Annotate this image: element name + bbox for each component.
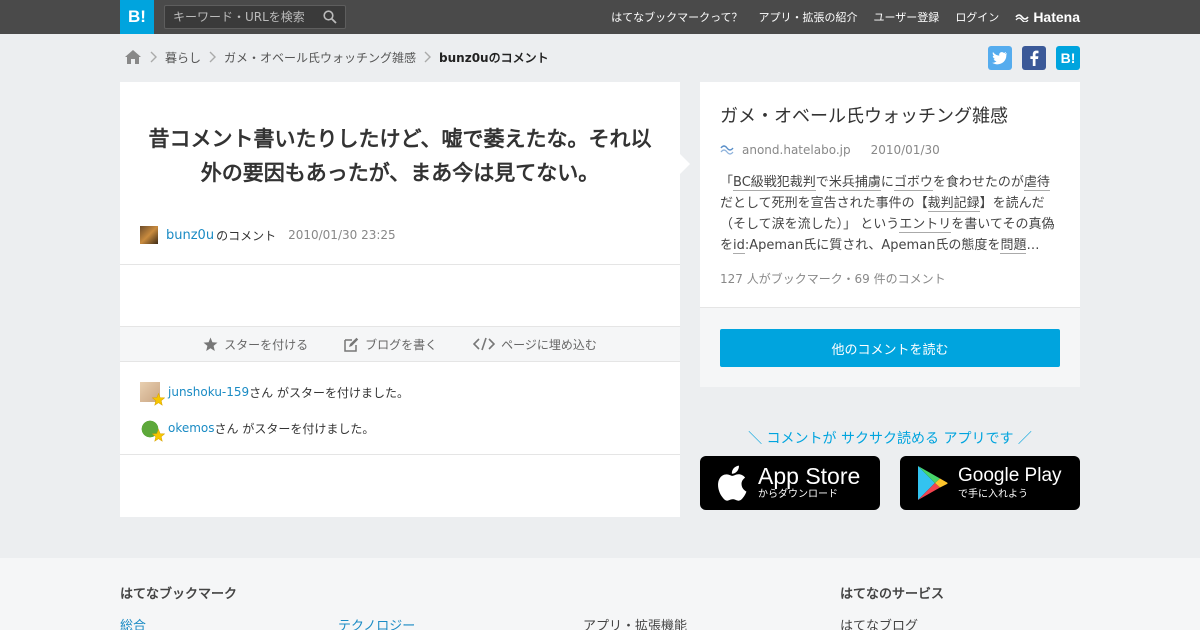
excerpt-text: を食わせたのが: [932, 175, 1024, 190]
comment-user-suffix: のコメント: [216, 228, 277, 243]
footer-link-technology[interactable]: テクノロジー: [338, 615, 415, 630]
entry-title[interactable]: ガメ・オベール氏ウォッチング雑感: [720, 102, 1008, 128]
star-entry: junshoku-159 さん がスターを付けました。: [140, 382, 409, 406]
keyword-link[interactable]: 裁判記録: [927, 196, 980, 212]
star-text: さん がスターを付けました。: [214, 421, 375, 436]
nav-about[interactable]: はてなブックマークって？: [611, 9, 742, 25]
comment-datetime[interactable]: 2010/01/30 23:25: [288, 228, 396, 242]
excerpt-text: …: [1026, 238, 1040, 253]
hatena-logo-icon: [1015, 14, 1029, 22]
top-bar: B! はてなブックマークって？ アプリ・拡張の紹介 ユーザー登録 ログイン Ha…: [0, 0, 1200, 34]
footer-heading-services: はてなのサービス: [840, 587, 945, 602]
star-user-link[interactable]: okemos: [168, 421, 215, 435]
google-play-icon: [918, 466, 948, 500]
keyword-link[interactable]: BC級戦犯裁判: [733, 175, 816, 191]
divider: [120, 454, 680, 455]
app-store-label: App Store: [758, 463, 861, 489]
google-play-button[interactable]: Google Play で手に入れよう: [900, 456, 1080, 510]
add-star-label: スターを付ける: [224, 337, 309, 352]
footer-link-hatena-blog[interactable]: はてなブログ: [840, 615, 918, 630]
facebook-icon: [1030, 50, 1039, 66]
search-icon[interactable]: [323, 10, 337, 24]
facebook-share-button[interactable]: [1022, 46, 1046, 70]
comment-card: 昔コメント書いたりしたけど、嘘で萎えたな。それ以外の要因もあったが、まあ今は見て…: [120, 82, 690, 517]
entry-date: 2010/01/30: [870, 143, 940, 157]
footer-link-apps[interactable]: アプリ・拡張機能: [583, 615, 687, 630]
top-nav: はてなブックマークって？ アプリ・拡張の紹介 ユーザー登録 ログイン Haten…: [595, 0, 1080, 34]
google-play-sublabel: で手に入れよう: [958, 489, 1028, 500]
footer: はてなブックマーク はてなのサービス 総合 テクノロジー アプリ・拡張機能 はて…: [0, 558, 1200, 630]
breadcrumb-category[interactable]: 暮らし: [165, 49, 201, 66]
keyword-link[interactable]: 問題: [1000, 238, 1027, 254]
star-user-link[interactable]: junshoku-159: [168, 385, 249, 399]
avatar[interactable]: [140, 226, 158, 244]
hatena-brand-link[interactable]: Hatena: [1015, 9, 1080, 25]
keyword-link[interactable]: id: [733, 238, 745, 254]
read-other-comments-button[interactable]: 他のコメントを読む: [720, 329, 1060, 367]
home-icon[interactable]: [124, 49, 142, 65]
app-store-button[interactable]: App Store からダウンロード: [700, 456, 880, 510]
breadcrumb-current: bunz0uのコメント: [439, 50, 549, 65]
star-entry: okemos さん がスターを付けました。: [140, 418, 409, 442]
entry-meta: anond.hatelabo.jp 2010/01/30: [720, 143, 940, 157]
hatena-brand-label: Hatena: [1033, 9, 1080, 25]
comment-meta: bunz0u のコメント 2010/01/30 23:25: [140, 226, 396, 244]
excerpt-text: だとして死刑を宣告された事件の【: [720, 196, 928, 211]
excerpt-text: :Apeman氏に質され、Apeman氏の態度を: [744, 238, 1001, 253]
nav-login[interactable]: ログイン: [955, 9, 999, 25]
apple-icon: [718, 465, 747, 501]
keyword-link[interactable]: ゴボウ: [893, 175, 933, 191]
breadcrumb-entry[interactable]: ガメ・オベール氏ウォッチング雑感: [224, 49, 416, 66]
embed-label: ページに埋め込む: [501, 337, 597, 352]
excerpt-text: 「: [720, 175, 734, 190]
star-text: さん がスターを付けました。: [249, 385, 409, 400]
add-star-button[interactable]: スターを付ける: [203, 336, 308, 353]
nav-register[interactable]: ユーザー登録: [874, 9, 940, 25]
write-blog-button[interactable]: ブログを書く: [344, 336, 437, 353]
star-list: junshoku-159 さん がスターを付けました。 okemos さん がス…: [140, 382, 409, 454]
hatena-bookmark-share-button[interactable]: B!: [1056, 46, 1080, 70]
divider: [120, 264, 680, 265]
write-blog-label: ブログを書く: [365, 337, 438, 352]
star-icon: [152, 429, 165, 442]
excerpt-text: に: [880, 175, 894, 190]
chevron-right-icon: [424, 51, 432, 63]
breadcrumb: 暮らし ガメ・オベール氏ウォッチング雑感 bunz0uのコメント: [124, 47, 549, 67]
google-play-label: Google Play: [958, 465, 1062, 486]
edit-icon: [344, 337, 359, 352]
app-promo-tagline: ＼ コメントが サクサク読める アプリです ／: [748, 431, 1032, 447]
star-icon: [152, 393, 165, 406]
excerpt-text: で: [815, 175, 829, 190]
comment-text: 昔コメント書いたりしたけど、嘘で萎えたな。それ以外の要因もあったが、まあ今は見て…: [148, 127, 652, 185]
keyword-link[interactable]: 虐待: [1023, 175, 1050, 191]
site-favicon-icon: [720, 145, 734, 155]
nav-apps[interactable]: アプリ・拡張の紹介: [759, 9, 858, 25]
embed-button[interactable]: ページに埋め込む: [473, 336, 597, 353]
twitter-icon: [992, 52, 1007, 65]
entry-card-footer: 他のコメントを読む: [700, 307, 1080, 387]
entry-domain[interactable]: anond.hatelabo.jp: [742, 143, 851, 157]
chevron-right-icon: [209, 51, 217, 63]
entry-excerpt: 「BC級戦犯裁判で米兵捕虜にゴボウを食わせたのが虐待だとして死刑を宣告された事件…: [720, 172, 1060, 256]
keyword-link[interactable]: 米兵捕虜: [828, 175, 881, 191]
keyword-link[interactable]: エントリ: [899, 217, 952, 233]
code-icon: [473, 337, 496, 351]
footer-heading-bookmark: はてなブックマーク: [120, 587, 238, 602]
comment-actions: スターを付ける ブログを書く ページに埋め込む: [120, 326, 680, 362]
chevron-right-icon: [150, 51, 157, 63]
search-box[interactable]: [164, 5, 346, 29]
search-input[interactable]: [165, 6, 315, 28]
star-icon: [203, 337, 218, 351]
hatena-bookmark-logo[interactable]: B!: [120, 0, 154, 34]
bookmark-counts[interactable]: 127 人がブックマーク・69 件のコメント: [720, 270, 946, 287]
app-store-sublabel: からダウンロード: [758, 489, 838, 500]
share-buttons: B!: [978, 46, 1080, 70]
footer-link-general[interactable]: 総合: [120, 615, 146, 630]
twitter-share-button[interactable]: [988, 46, 1012, 70]
entry-card: ガメ・オベール氏ウォッチング雑感 anond.hatelabo.jp 2010/…: [700, 82, 1080, 387]
comment-user-link[interactable]: bunz0u: [166, 228, 214, 243]
